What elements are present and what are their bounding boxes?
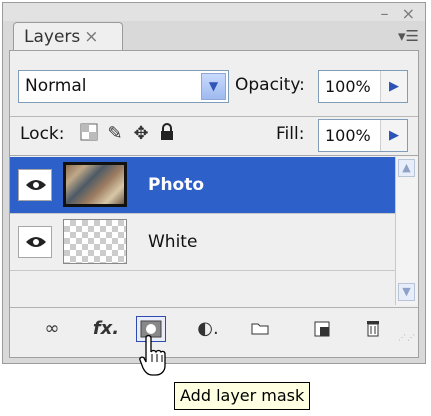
visibility-toggle[interactable] [18, 226, 52, 258]
lock-label: Lock: [20, 124, 65, 144]
layer-thumbnail[interactable] [63, 219, 127, 264]
eye-icon [26, 180, 46, 190]
tab-label: Layers [24, 27, 81, 47]
layer-row-white[interactable]: White [10, 214, 398, 271]
resize-grip-icon[interactable]: ⋰⋰ [398, 333, 416, 342]
window-controls[interactable]: – × [381, 4, 420, 23]
link-layers-icon[interactable]: ∞ [36, 316, 68, 342]
layer-list: Photo White [10, 157, 398, 305]
eye-icon [26, 237, 46, 247]
fill-label: Fill: [276, 124, 305, 144]
scroll-down-button[interactable]: ▼ [398, 283, 415, 301]
chevron-right-icon[interactable]: ▶ [380, 120, 407, 151]
close-icon[interactable]: × [84, 27, 98, 47]
panel-menu-icon[interactable]: ▾☰ [398, 27, 419, 45]
opacity-label: Opacity: [235, 75, 305, 95]
layer-thumbnail[interactable] [63, 162, 127, 207]
layers-panel: – × Layers × ▾☰ Normal ▼ Opacity: 100% ▶ … [2, 2, 426, 364]
lock-brush-icon[interactable]: ✎ [104, 123, 126, 145]
visibility-toggle[interactable] [18, 169, 52, 201]
tooltip: Add layer mask [174, 382, 311, 410]
adjustment-layer-icon[interactable]: ◐. [190, 316, 226, 342]
scroll-up-button[interactable]: ▲ [398, 159, 415, 177]
opacity-value: 100% [325, 77, 371, 96]
divider [10, 116, 418, 117]
divider [10, 307, 418, 308]
layer-list-scrollbar[interactable]: ▲ ▼ [395, 157, 418, 305]
blend-mode-value: Normal [25, 76, 87, 96]
layer-row-photo[interactable]: Photo [10, 157, 398, 214]
opacity-field[interactable]: 100% ▶ [318, 70, 408, 103]
layer-style-label: fx [92, 318, 113, 339]
panel-content: Normal ▼ Opacity: 100% ▶ Lock: ✎ ✥ Fill:… [9, 50, 419, 358]
delete-layer-icon[interactable] [360, 316, 386, 342]
new-layer-icon[interactable] [308, 316, 336, 342]
panel-title-strip [3, 3, 425, 21]
chevron-right-icon[interactable]: ▶ [380, 71, 407, 102]
layer-style-icon[interactable]: fx. [88, 316, 124, 342]
divider [10, 155, 418, 156]
layer-name[interactable]: Photo [148, 157, 204, 213]
blend-mode-select[interactable]: Normal ▼ [18, 70, 229, 103]
fill-value: 100% [325, 126, 371, 145]
lock-transparent-icon[interactable] [78, 123, 100, 145]
fill-field[interactable]: 100% ▶ [318, 119, 408, 152]
chevron-down-icon[interactable]: ▼ [201, 73, 226, 100]
new-group-icon[interactable] [246, 316, 274, 342]
tab-layers[interactable]: Layers × [13, 22, 123, 51]
hand-cursor-icon [139, 334, 166, 376]
layer-name[interactable]: White [148, 214, 197, 270]
lock-move-icon[interactable]: ✥ [130, 123, 152, 145]
lock-all-icon[interactable] [156, 123, 178, 145]
